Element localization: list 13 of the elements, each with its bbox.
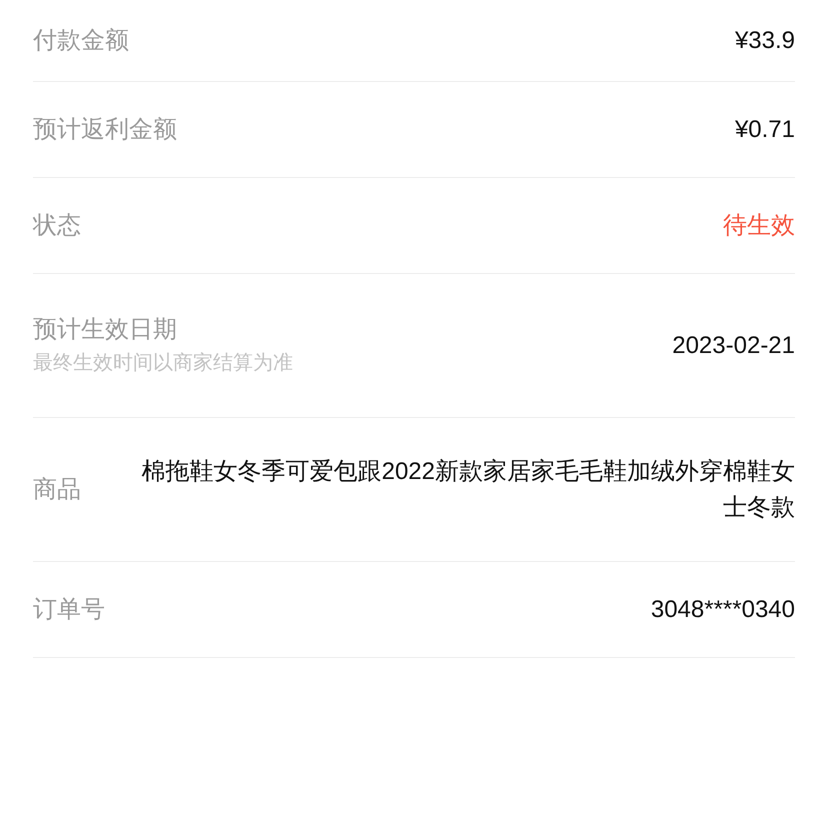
row-label: 商品 bbox=[33, 474, 81, 504]
row-value: ¥33.9 bbox=[734, 26, 795, 56]
row-value: 待生效 bbox=[723, 210, 795, 240]
row-value: 棉拖鞋女冬季可爱包跟2022新款家居家毛毛鞋加绒外穿棉鞋女士冬款 bbox=[140, 456, 795, 522]
row-value: 2023-02-21 bbox=[672, 330, 795, 360]
row-label: 付款金额 bbox=[33, 26, 129, 56]
row-value: 3048****0340 bbox=[650, 594, 795, 624]
row-value: ¥0.71 bbox=[734, 114, 795, 144]
row-label: 预计生效日期 bbox=[33, 315, 178, 345]
row-label: 状态 bbox=[33, 210, 81, 240]
row-note: 最终生效时间以商家结算为准 bbox=[33, 351, 293, 376]
row-label: 订单号 bbox=[33, 594, 105, 624]
row-label: 预计返利金额 bbox=[33, 114, 177, 144]
